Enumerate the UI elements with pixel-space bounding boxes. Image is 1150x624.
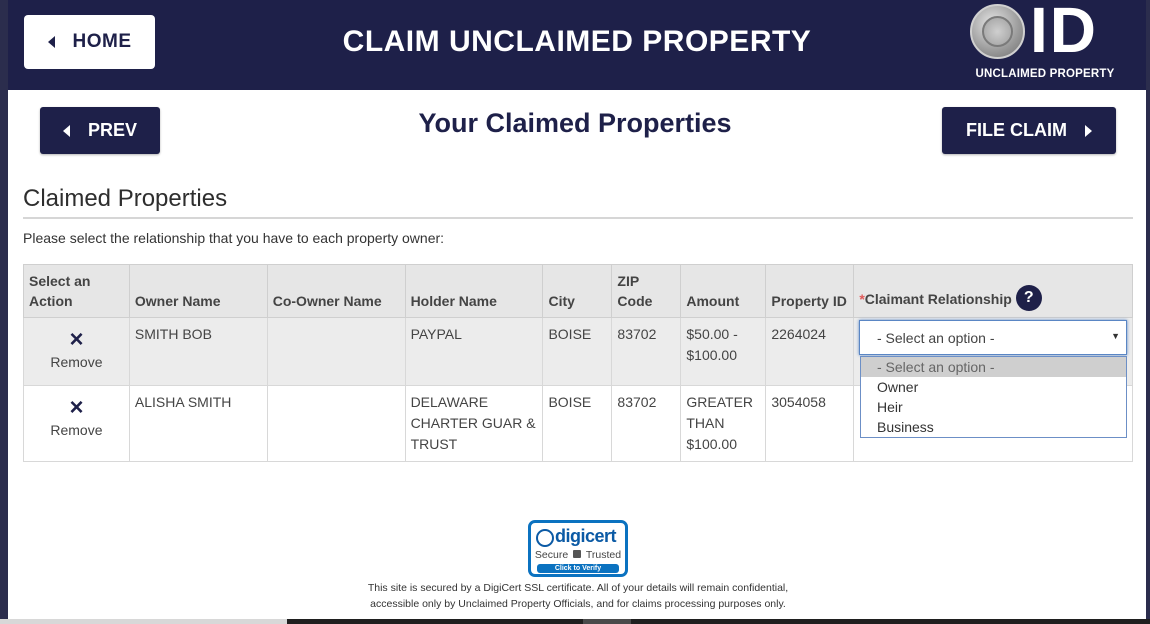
remove-icon[interactable]: × (29, 328, 124, 352)
dropdown-option-placeholder[interactable]: - Select an option - (861, 357, 1126, 377)
dropdown-option-business[interactable]: Business (861, 417, 1126, 437)
city-cell: BOISE (542, 385, 613, 462)
window-frame-right (1146, 0, 1150, 624)
click-to-verify[interactable]: Click to Verify (537, 564, 619, 573)
lock-icon (573, 550, 582, 558)
dropdown-option-owner[interactable]: Owner (861, 377, 1126, 397)
badge-trusted-text: Trusted (585, 549, 622, 561)
city-cell: BOISE (542, 317, 613, 386)
property-id-cell: 3054058 (765, 385, 855, 462)
digicert-logo-icon: digicert (536, 526, 617, 547)
holder-name-cell: PAYPAL (404, 317, 544, 386)
amount-cell: $50.00 - $100.00 (680, 317, 767, 386)
column-header-coowner: Co-Owner Name (266, 264, 406, 318)
site-header: HOME CLAIM UNCLAIMED PROPERTY ID UNCLAIM… (8, 0, 1146, 90)
ssl-notice-line-2: accessible only by Unclaimed Property Of… (370, 598, 786, 610)
remove-label[interactable]: Remove (29, 352, 124, 373)
section-divider (23, 217, 1133, 219)
dropdown-option-heir[interactable]: Heir (861, 397, 1126, 417)
dropdown-arrow-icon: ▼ (1111, 331, 1120, 341)
state-seal-icon (970, 4, 1025, 59)
claimant-relationship-select[interactable]: - Select an option - ▼ (859, 320, 1127, 355)
idaho-unclaimed-property-logo[interactable]: ID UNCLAIMED PROPERTY (968, 0, 1120, 86)
select-value: - Select an option - (877, 330, 995, 346)
digicert-secure-trusted: Secure Trusted (531, 549, 625, 561)
property-id-cell: 2264024 (765, 317, 855, 386)
column-header-property-id: Property ID (765, 264, 855, 318)
remove-action[interactable]: × Remove (23, 317, 130, 386)
coowner-name-cell (266, 385, 406, 462)
owner-name-cell: ALISHA SMITH (128, 385, 268, 462)
file-claim-button[interactable]: FILE CLAIM (942, 107, 1116, 154)
zip-cell: 83702 (611, 385, 682, 462)
zip-cell: 83702 (611, 317, 682, 386)
taskbar-item (583, 619, 631, 624)
column-header-zip: ZIP Code (611, 264, 682, 318)
column-header-holder: Holder Name (404, 264, 544, 318)
holder-name-cell: DELAWARE CHARTER GUAR & TRUST (404, 385, 544, 462)
caret-right-icon (1085, 124, 1092, 137)
ssl-notice-line-1: This site is secured by a DigiCert SSL c… (367, 582, 789, 594)
column-header-action: Select an Action (23, 264, 130, 318)
ssl-notice: This site is secured by a DigiCert SSL c… (0, 580, 1150, 612)
window-frame-left (0, 0, 8, 624)
instructions-text: Please select the relationship that you … (23, 230, 445, 246)
help-icon[interactable]: ? (1015, 285, 1042, 311)
taskbar (287, 619, 1150, 624)
amount-cell: GREATER THAN $100.00 (680, 385, 767, 462)
column-header-amount: Amount (680, 264, 767, 318)
remove-action[interactable]: × Remove (23, 385, 130, 462)
table-header-row: Select an Action Owner Name Co-Owner Nam… (23, 264, 1133, 318)
relationship-dropdown-list[interactable]: - Select an option - Owner Heir Business (860, 356, 1127, 438)
digicert-brand: digicert (555, 526, 617, 546)
coowner-name-cell (266, 317, 406, 386)
relationship-header-label: Claimant Relationship (864, 291, 1012, 307)
column-header-city: City (542, 264, 613, 318)
remove-icon[interactable]: × (29, 396, 124, 420)
logo-id-text: ID (1030, 0, 1098, 66)
digicert-seal-badge[interactable]: digicert Secure Trusted Click to Verify (528, 520, 628, 577)
file-claim-button-label: FILE CLAIM (966, 120, 1067, 140)
window-frame-bottom (0, 619, 287, 624)
column-header-owner: Owner Name (128, 264, 268, 318)
column-header-relationship: *Claimant Relationship? (853, 264, 1133, 318)
badge-secure-text: Secure (534, 549, 569, 561)
logo-subtitle: UNCLAIMED PROPERTY (975, 68, 1115, 80)
owner-name-cell: SMITH BOB (128, 317, 268, 386)
remove-label[interactable]: Remove (29, 420, 124, 441)
section-title: Claimed Properties (23, 185, 228, 212)
